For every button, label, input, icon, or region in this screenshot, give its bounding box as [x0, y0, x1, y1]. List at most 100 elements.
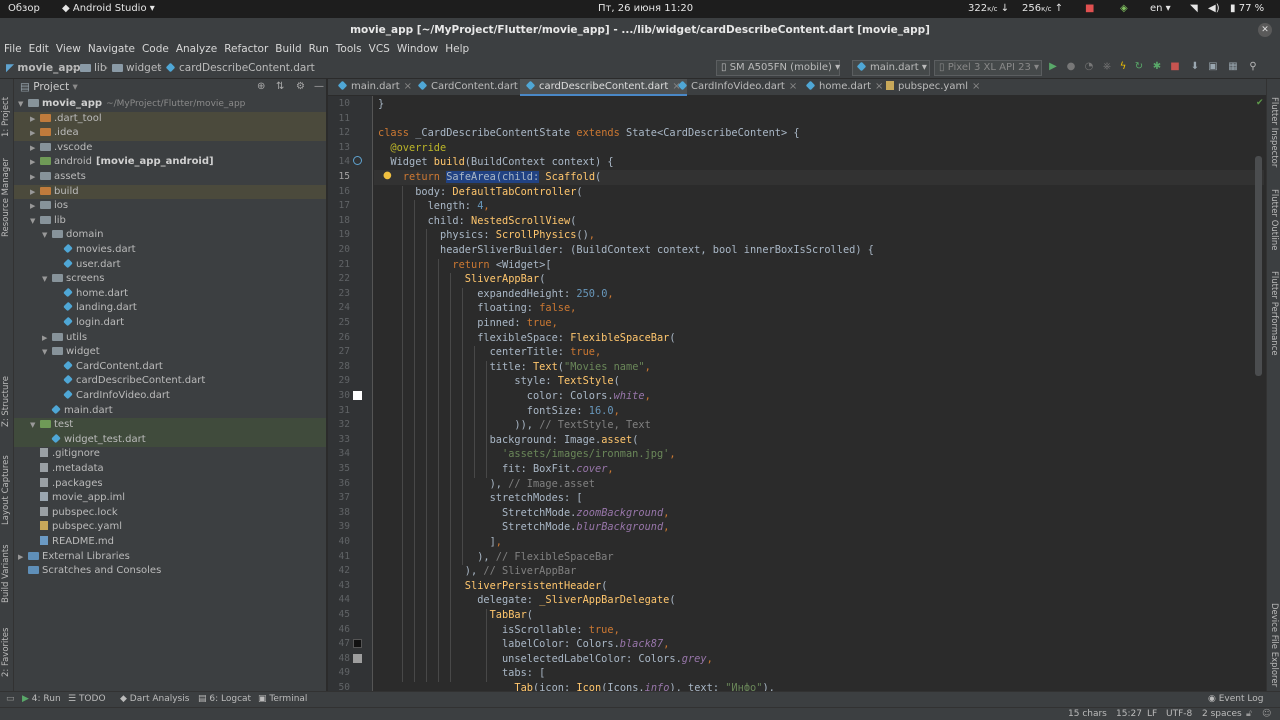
- chevron-down-icon[interactable]: ▼: [30, 418, 40, 432]
- close-tab-icon[interactable]: ×: [972, 81, 980, 92]
- editor-tab[interactable]: CardInfoVideo.dart ×: [672, 79, 803, 96]
- code-line[interactable]: labelColor: Colors.black87,: [378, 637, 669, 652]
- tree-item[interactable]: ▶ .idea: [14, 126, 326, 141]
- chevron-right-icon[interactable]: ▶: [30, 199, 40, 213]
- code-line[interactable]: body: DefaultTabController(: [378, 185, 582, 200]
- tool-run[interactable]: ▶ 4: Run: [22, 694, 61, 704]
- tool-tab-resource-manager[interactable]: Resource Manager: [1, 158, 11, 237]
- line-number[interactable]: 38: [328, 506, 350, 521]
- status-line-separator[interactable]: LF: [1147, 709, 1157, 719]
- line-number[interactable]: 20: [328, 243, 350, 258]
- menu-build[interactable]: Build: [271, 42, 304, 55]
- window-close-button[interactable]: ✕: [1258, 23, 1272, 37]
- line-number[interactable]: 17: [328, 199, 350, 214]
- hot-reload-icon[interactable]: ϟ: [1118, 62, 1128, 72]
- code-line[interactable]: child: NestedScrollView(: [378, 214, 577, 229]
- stop-icon[interactable]: ■: [1170, 62, 1180, 72]
- menu-run[interactable]: Run: [305, 42, 332, 55]
- chevron-down-icon[interactable]: ▼: [30, 214, 40, 228]
- tree-item[interactable]: widget_test.dart: [14, 432, 326, 448]
- shield-icon[interactable]: ◈: [1120, 3, 1128, 14]
- profile-icon[interactable]: ◔: [1084, 62, 1094, 72]
- menu-analyze[interactable]: Analyze: [172, 42, 220, 55]
- line-number[interactable]: 43: [328, 579, 350, 594]
- tree-item[interactable]: login.dart: [14, 316, 326, 331]
- tree-item[interactable]: ▼ domain: [14, 228, 326, 243]
- hot-restart-icon[interactable]: ↻: [1134, 62, 1144, 72]
- code-line[interactable]: SliverAppBar(: [378, 272, 546, 287]
- tree-item[interactable]: .packages: [14, 477, 326, 492]
- breadcrumb-file[interactable]: cardDescribeContent.dart: [165, 62, 315, 74]
- chevron-down-icon[interactable]: ▼: [42, 345, 52, 359]
- chevron-right-icon[interactable]: ▶: [30, 112, 40, 126]
- code-line[interactable]: floating: false,: [378, 301, 576, 316]
- tree-item[interactable]: ▼ widget: [14, 345, 326, 360]
- layout-icon[interactable]: ▭: [6, 694, 15, 704]
- device-selector[interactable]: ▯ SM A505FN (mobile) ▾: [716, 60, 840, 76]
- run-config-selector[interactable]: main.dart ▾: [852, 60, 930, 76]
- chevron-down-icon[interactable]: ▼: [42, 228, 52, 242]
- tool-logcat[interactable]: ▤ 6: Logcat: [198, 694, 251, 704]
- line-number[interactable]: 46: [328, 623, 350, 638]
- code-line[interactable]: StretchMode.zoomBackground,: [378, 506, 669, 521]
- tree-item[interactable]: ▶ .dart_tool: [14, 111, 326, 127]
- tree-item[interactable]: ▶ build: [14, 184, 326, 200]
- line-number[interactable]: 24: [328, 301, 350, 316]
- tool-tab-favorites[interactable]: 2: Favorites: [1, 628, 11, 677]
- code-line[interactable]: tabs: [: [378, 666, 545, 681]
- menu-tools[interactable]: Tools: [332, 42, 365, 55]
- line-number[interactable]: 48: [328, 652, 350, 667]
- app-menu[interactable]: ◆ Android Studio ▾: [62, 3, 155, 14]
- breadcrumb-widget[interactable]: widget: [112, 62, 161, 74]
- chevron-right-icon[interactable]: ▶: [30, 155, 40, 169]
- editor-tab[interactable]: CardContent.dart×: [412, 79, 536, 96]
- code-line[interactable]: ), // SliverAppBar: [378, 564, 577, 579]
- code-line[interactable]: title: Text("Movies name",: [378, 360, 651, 375]
- code-line[interactable]: ), // Image.asset: [378, 477, 595, 492]
- line-number[interactable]: 39: [328, 520, 350, 535]
- line-number[interactable]: 30: [328, 389, 350, 404]
- line-number[interactable]: 25: [328, 316, 350, 331]
- editor-tab[interactable]: home.dart ×: [800, 79, 889, 96]
- line-number[interactable]: 33: [328, 433, 350, 448]
- tree-item[interactable]: ▼ lib: [14, 214, 326, 229]
- menu-view[interactable]: View: [52, 42, 84, 55]
- line-number[interactable]: 15: [328, 170, 350, 185]
- wifi-icon[interactable]: ◥: [1190, 3, 1198, 14]
- line-number[interactable]: 16: [328, 185, 350, 200]
- tree-item[interactable]: user.dart: [14, 258, 326, 273]
- code-line[interactable]: stretchModes: [: [378, 491, 583, 506]
- tool-tab-device-file-explorer[interactable]: Device File Explorer: [1269, 603, 1279, 687]
- battery-indicator[interactable]: ▮ 77 %: [1230, 3, 1264, 14]
- code-line[interactable]: @override: [378, 141, 446, 156]
- code-line[interactable]: Widget build(BuildContext context) {: [378, 155, 613, 170]
- line-number[interactable]: 49: [328, 666, 350, 681]
- chevron-down-icon[interactable]: ▼: [18, 97, 28, 111]
- tree-item[interactable]: README.md: [14, 535, 326, 550]
- line-number[interactable]: 26: [328, 331, 350, 346]
- tool-tab-project[interactable]: 1: Project: [1, 97, 11, 137]
- line-number[interactable]: 11: [328, 112, 350, 127]
- editor-tab[interactable]: pubspec.yaml ×: [880, 79, 986, 96]
- line-number[interactable]: 21: [328, 258, 350, 273]
- menu-code[interactable]: Code: [138, 42, 172, 55]
- line-number[interactable]: 37: [328, 491, 350, 506]
- language-indicator[interactable]: en ▾: [1150, 3, 1171, 14]
- menu-file[interactable]: File: [0, 42, 25, 55]
- avd-manager-icon[interactable]: ▣: [1208, 62, 1218, 72]
- line-number[interactable]: 41: [328, 550, 350, 565]
- code-line[interactable]: return <Widget>[: [378, 258, 551, 273]
- tree-item[interactable]: cardDescribeContent.dart: [14, 374, 326, 389]
- code-line[interactable]: physics: ScrollPhysics(),: [378, 228, 595, 243]
- avd-selector[interactable]: ▯ Pixel 3 XL API 23 ▾: [934, 60, 1042, 76]
- bug-icon[interactable]: ✱: [1152, 62, 1162, 72]
- line-number[interactable]: 14: [328, 155, 350, 170]
- chevron-right-icon[interactable]: ▶: [30, 170, 40, 184]
- hide-icon[interactable]: —: [314, 81, 324, 92]
- line-number[interactable]: 45: [328, 608, 350, 623]
- breadcrumb-project[interactable]: ◤ movie_app: [6, 62, 81, 74]
- tree-item[interactable]: pubspec.yaml: [14, 520, 326, 535]
- tree-item[interactable]: main.dart: [14, 404, 326, 419]
- chevron-down-icon[interactable]: ▼: [42, 272, 52, 286]
- tree-item[interactable]: movies.dart: [14, 243, 326, 258]
